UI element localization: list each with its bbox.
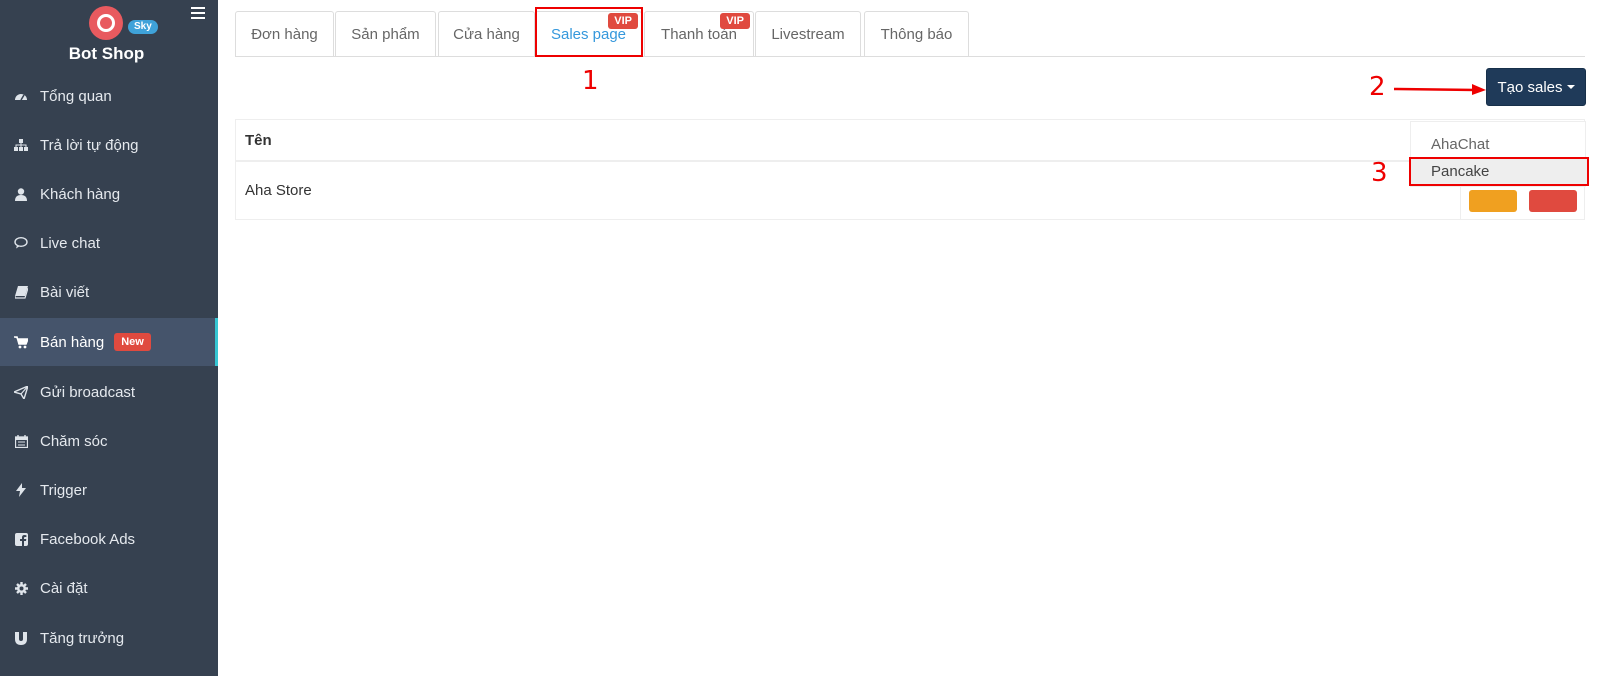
sidebar-item-cai-dat[interactable]: Cài đặt <box>0 564 218 612</box>
sitemap-icon <box>14 138 28 152</box>
calendar-icon <box>14 434 28 448</box>
cart-icon <box>14 335 28 349</box>
annotation-number-3: 3 <box>1371 158 1388 188</box>
sidebar-item-label: Gửi broadcast <box>40 383 136 401</box>
create-sales-button[interactable]: Tạo sales <box>1486 68 1586 106</box>
dropdown-item-ahachat[interactable]: AhaChat <box>1411 131 1587 159</box>
sidebar-item-label: Facebook Ads <box>40 530 136 548</box>
gear-icon <box>14 581 28 595</box>
sidebar-item-trigger[interactable]: Trigger <box>0 466 218 514</box>
create-sales-label: Tạo sales <box>1497 78 1563 96</box>
magnet-icon <box>14 631 28 645</box>
user-icon <box>14 187 28 201</box>
bolt-icon <box>14 483 28 497</box>
chat-icon <box>14 236 28 250</box>
sidebar-item-gui-broadcast[interactable]: Gửi broadcast <box>0 368 218 416</box>
sidebar-item-khach-hang[interactable]: Khách hàng <box>0 170 218 218</box>
tab-label: Cửa hàng <box>453 25 520 43</box>
brand-name: Bot Shop <box>68 44 145 63</box>
edit-button[interactable] <box>1469 190 1517 212</box>
sidebar-item-live-chat[interactable]: Live chat <box>0 219 218 267</box>
annotation-number-1: 1 <box>582 66 599 96</box>
logo-icon <box>89 6 123 40</box>
tab-thanh-toan[interactable]: Thanh toán VIP <box>644 11 754 56</box>
book-icon <box>14 285 28 299</box>
annotation-box-1 <box>535 7 643 57</box>
sidebar-item-label: Trigger <box>40 481 87 499</box>
sidebar-item-cham-soc[interactable]: Chăm sóc <box>0 417 218 465</box>
tab-divider <box>235 56 1585 57</box>
tab-label: Sản phẩm <box>351 25 420 43</box>
tab-don-hang[interactable]: Đơn hàng <box>235 11 334 56</box>
tab-livestream[interactable]: Livestream <box>755 11 861 56</box>
sky-badge: Sky <box>128 20 158 34</box>
tab-label: Livestream <box>771 25 845 43</box>
paper-plane-icon <box>14 385 28 399</box>
sidebar-item-tong-quan[interactable]: Tổng quan <box>0 72 218 120</box>
sidebar-item-facebook-ads[interactable]: Facebook Ads <box>0 515 218 563</box>
tab-thong-bao[interactable]: Thông báo <box>864 11 969 56</box>
facebook-icon <box>14 532 28 546</box>
sidebar-item-label: Chăm sóc <box>40 432 108 450</box>
sidebar-item-label: Live chat <box>40 234 101 252</box>
sidebar-item-label: Tăng trưởng <box>40 629 125 647</box>
annotation-box-3 <box>1409 157 1589 186</box>
sidebar-item-ban-hang[interactable]: Bán hàng New <box>0 318 218 366</box>
caret-down-icon <box>1566 85 1575 89</box>
sidebar-item-bai-viet[interactable]: Bài viết <box>0 268 218 316</box>
vip-badge: VIP <box>720 13 750 29</box>
sidebar-item-tra-loi-tu-dong[interactable]: Trả lời tự động <box>0 121 218 169</box>
delete-button[interactable] <box>1529 190 1577 212</box>
tab-label: Thông báo <box>880 25 953 43</box>
sidebar-item-label: Khách hàng <box>40 185 121 203</box>
tab-san-pham[interactable]: Sản phẩm <box>335 11 436 56</box>
sidebar-item-label: Tổng quan <box>40 87 112 105</box>
sidebar-item-label: Cài đặt <box>40 579 88 597</box>
tab-label: Đơn hàng <box>251 25 318 43</box>
table-row-name: Aha Store <box>245 182 312 199</box>
hamburger-menu-icon[interactable] <box>191 7 205 19</box>
annotation-arrow-icon <box>1393 84 1486 95</box>
brand[interactable]: Sky Bot Shop <box>0 0 218 68</box>
annotation-number-2: 2 <box>1369 72 1386 102</box>
column-header-name: Tên <box>236 120 1584 162</box>
sidebar-item-tang-truong[interactable]: Tăng trưởng <box>0 614 218 662</box>
sidebar-item-label: Bán hàng <box>40 333 105 351</box>
new-badge: New <box>114 333 151 351</box>
tab-cua-hang[interactable]: Cửa hàng <box>438 11 535 56</box>
sidebar: Sky Bot Shop Tổng quan Trả lời tự động K… <box>0 0 218 676</box>
sidebar-item-label: Bài viết <box>40 283 90 301</box>
dashboard-icon <box>14 89 28 103</box>
sidebar-item-label: Trả lời tự động <box>40 136 139 154</box>
